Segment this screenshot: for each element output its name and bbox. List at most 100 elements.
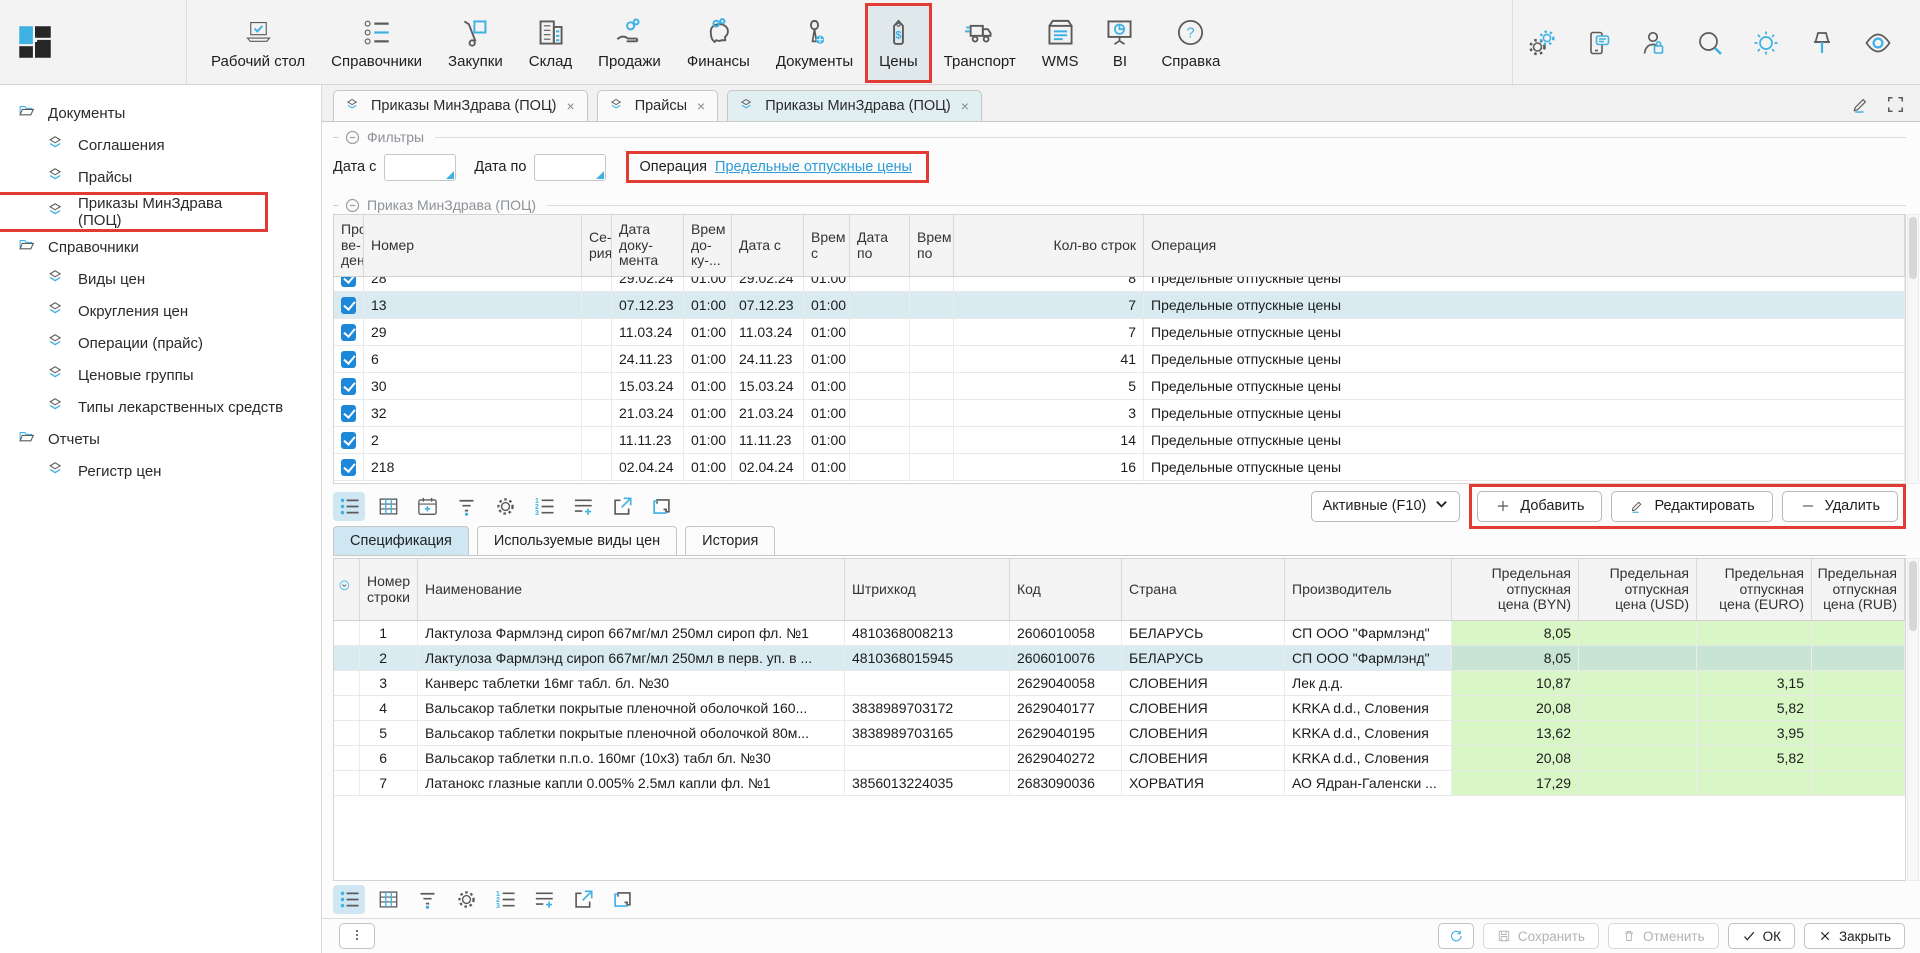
spec-row[interactable]: 6Вальсакор таблетки п.п.о. 160мг (10х3) …	[334, 746, 1905, 771]
spec-toolbar-list-view-button[interactable]	[333, 885, 365, 914]
document-tab[interactable]: Прайсы ×	[597, 90, 719, 121]
spec-col-header[interactable]: Предельная отпускная цена (EURO)	[1697, 559, 1812, 620]
toolbar-numbered-list-button[interactable]: 123	[528, 492, 560, 521]
filters-group-header[interactable]: Фильтры	[333, 128, 1906, 146]
tree-item[interactable]: Ценовые группы	[0, 359, 321, 391]
tree-item[interactable]: Округления цен	[0, 295, 321, 327]
menu-finance[interactable]: Финансы	[674, 4, 763, 82]
tab-close-icon[interactable]: ×	[697, 98, 705, 114]
search-button[interactable]	[1694, 27, 1726, 59]
fullscreen-button[interactable]	[1885, 94, 1906, 115]
tree-group[interactable]: Справочники	[0, 231, 321, 263]
detail-tab[interactable]: История	[685, 526, 775, 555]
orders-row[interactable]: 21802.04.2401:0002.04.2401:0016Предельны…	[334, 454, 1905, 481]
spec-toolbar-gear-button[interactable]	[450, 885, 482, 914]
orders-row[interactable]: 1307.12.2301:0007.12.2301:007Предельные …	[334, 292, 1905, 319]
spec-col-header[interactable]: Производитель	[1285, 559, 1452, 620]
orders-col-header[interactable]: Се- рия	[582, 215, 612, 276]
row-checkbox[interactable]	[341, 324, 356, 341]
date-to-input[interactable]	[534, 154, 606, 181]
refresh-button[interactable]	[1438, 923, 1474, 949]
orders-row[interactable]: 2911.03.2401:0011.03.2401:007Предельные …	[334, 319, 1905, 346]
orders-col-header[interactable]: Дата с	[732, 215, 804, 276]
toolbar-add-row-button[interactable]	[567, 492, 599, 521]
spec-col-header[interactable]	[334, 559, 360, 620]
menu-documents[interactable]: Документы	[763, 4, 866, 82]
tree-item[interactable]: Регистр цен	[0, 455, 321, 487]
toolbar-open-external-button[interactable]	[606, 492, 638, 521]
operation-filter-link[interactable]: Предельные отпускные цены	[715, 159, 912, 175]
spec-toolbar-grid-button[interactable]	[372, 885, 404, 914]
toolbar-gear-button[interactable]	[489, 492, 521, 521]
spec-col-header[interactable]: Номер строки	[360, 559, 418, 620]
orders-table-viewport[interactable]: 2829.02.2401:0029.02.2401:008Предельные …	[334, 277, 1905, 483]
toolbar-grid-button[interactable]	[372, 492, 404, 521]
orders-scrollbar[interactable]	[1907, 214, 1919, 484]
orders-col-header[interactable]: Врем до- ку-...	[684, 215, 732, 276]
tree-group[interactable]: Отчеты	[0, 423, 321, 455]
spec-col-header[interactable]: Страна	[1122, 559, 1285, 620]
eye-button[interactable]	[1862, 27, 1894, 59]
collapse-icon[interactable]	[345, 198, 360, 213]
orders-row[interactable]: 3221.03.2401:0021.03.2401:003Предельные …	[334, 400, 1905, 427]
spec-row[interactable]: 4Вальсакор таблетки покрытые пленочной о…	[334, 696, 1905, 721]
orders-col-header[interactable]: Врем по	[910, 215, 954, 276]
spec-toolbar-repeat-button[interactable]	[606, 885, 638, 914]
orders-row[interactable]: 624.11.2301:0024.11.2301:0041Предельные …	[334, 346, 1905, 373]
row-checkbox[interactable]	[341, 432, 356, 449]
brightness-button[interactable]	[1750, 27, 1782, 59]
tree-item[interactable]: Операции (прайс)	[0, 327, 321, 359]
spec-toolbar-filter-button[interactable]	[411, 885, 443, 914]
orders-row[interactable]: 211.11.2301:0011.11.2301:0014Предельные …	[334, 427, 1905, 454]
menu-bi[interactable]: BI	[1091, 4, 1148, 82]
menu-help[interactable]: ?Справка	[1148, 4, 1233, 82]
menu-warehouse[interactable]: Склад	[516, 4, 585, 82]
tree-item[interactable]: Соглашения	[0, 129, 321, 161]
orders-row[interactable]: 2829.02.2401:0029.02.2401:008Предельные …	[334, 277, 1905, 292]
delete-button[interactable]: Удалить	[1782, 491, 1898, 522]
spec-toolbar-open-external-button[interactable]	[567, 885, 599, 914]
spec-row[interactable]: 3Канверс таблетки 16мг табл. бл. №302629…	[334, 671, 1905, 696]
pin-button[interactable]	[1806, 27, 1838, 59]
orders-col-header[interactable]: Кол-во строк	[954, 215, 1144, 276]
spec-toolbar-numbered-list-button[interactable]: 123	[489, 885, 521, 914]
spec-col-header[interactable]: Предельная отпускная цена (RUB)	[1812, 559, 1905, 620]
spec-col-header[interactable]: Предельная отпускная цена (BYN)	[1452, 559, 1579, 620]
user-lock-button[interactable]	[1638, 27, 1670, 59]
ok-button[interactable]: ОК	[1728, 923, 1795, 949]
spec-col-header[interactable]: Предельная отпускная цена (USD)	[1579, 559, 1697, 620]
toolbar-calendar-add-button[interactable]	[411, 492, 443, 521]
menu-prices[interactable]: $Цены	[866, 4, 931, 82]
collapse-icon[interactable]	[345, 130, 360, 145]
document-tab[interactable]: Приказы МинЗдрава (ПОЦ) ×	[333, 90, 588, 121]
spec-row[interactable]: 2Лактулоза Фармлэнд сироп 667мг/мл 250мл…	[334, 646, 1905, 671]
detail-tab[interactable]: Спецификация	[333, 526, 469, 555]
close-button[interactable]: Закрыть	[1804, 923, 1905, 949]
orders-col-header[interactable]: Про- ве- ден	[334, 215, 364, 276]
spec-row[interactable]: 7Латанокс глазные капли 0.005% 2.5мл кап…	[334, 771, 1905, 796]
document-tab[interactable]: Приказы МинЗдрава (ПОЦ) ×	[727, 90, 982, 121]
spec-row[interactable]: 5Вальсакор таблетки покрытые пленочной о…	[334, 721, 1905, 746]
tree-item[interactable]: Виды цен	[0, 263, 321, 295]
row-checkbox[interactable]	[341, 459, 356, 476]
spec-col-header[interactable]: Наименование	[418, 559, 845, 620]
toolbar-list-view-button[interactable]	[333, 492, 365, 521]
tree-item[interactable]: Прайсы	[0, 161, 321, 193]
active-filter-select[interactable]: Активные (F10)	[1311, 491, 1461, 522]
row-checkbox[interactable]	[341, 405, 356, 422]
more-actions-button[interactable]	[339, 923, 375, 949]
menu-desktop[interactable]: Рабочий стол	[198, 4, 318, 82]
toolbar-repeat-button[interactable]	[645, 492, 677, 521]
orders-col-header[interactable]: Дата по	[850, 215, 910, 276]
spec-col-header[interactable]: Штрихкод	[845, 559, 1010, 620]
orders-col-header[interactable]: Операция	[1144, 215, 1905, 276]
row-checkbox[interactable]	[341, 277, 356, 287]
feedback-phone-button[interactable]	[1582, 27, 1614, 59]
orders-col-header[interactable]: Номер	[364, 215, 582, 276]
specification-scrollbar[interactable]	[1907, 558, 1919, 881]
orders-group-header[interactable]: Приказ МинЗдрава (ПОЦ)	[333, 196, 1906, 214]
settings-gears-button[interactable]	[1526, 27, 1558, 59]
menu-transport[interactable]: Транспорт	[931, 4, 1029, 82]
menu-wms[interactable]: WMS	[1029, 4, 1092, 82]
edit-button[interactable]: Редактировать	[1611, 491, 1772, 522]
